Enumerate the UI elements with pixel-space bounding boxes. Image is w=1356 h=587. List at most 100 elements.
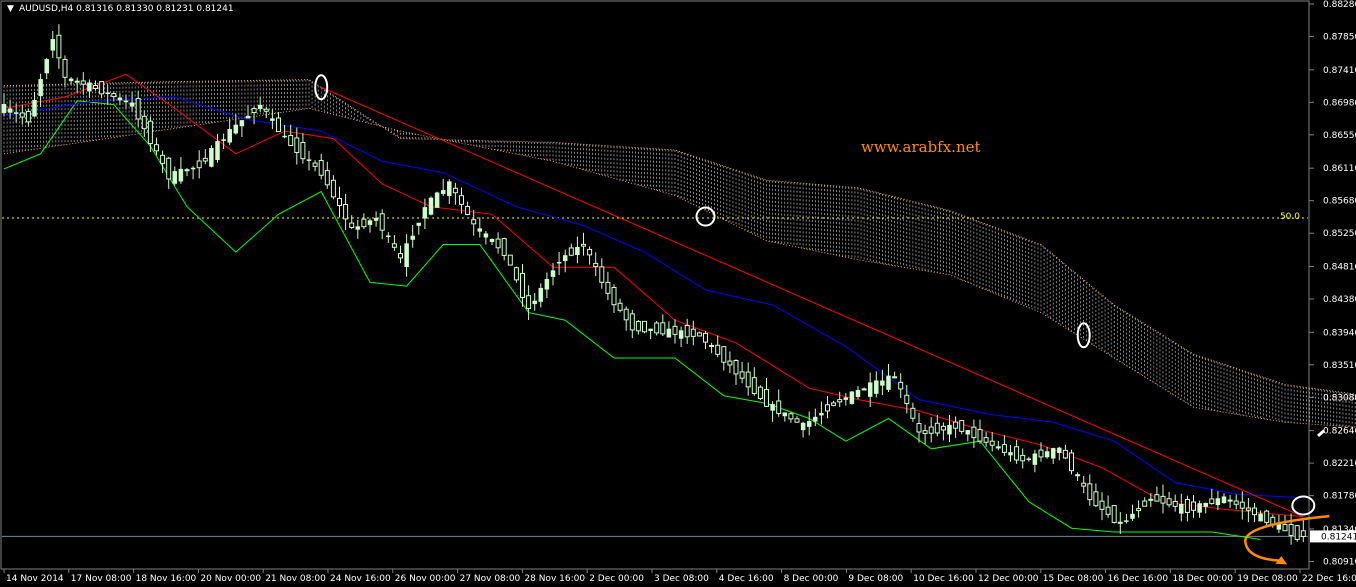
candle-body[interactable] (1160, 495, 1166, 504)
candle-body[interactable] (349, 222, 355, 228)
candle-body[interactable] (1179, 503, 1184, 514)
candle-body[interactable] (934, 422, 940, 434)
candle-body[interactable] (355, 226, 361, 230)
candle-body[interactable] (593, 262, 599, 267)
candle-body[interactable] (520, 272, 525, 298)
candle-body[interactable] (587, 248, 593, 256)
candle-body[interactable] (99, 81, 105, 95)
candle-body[interactable] (666, 328, 672, 338)
candle-body[interactable] (227, 129, 232, 143)
candle-body[interactable] (733, 359, 739, 375)
candle-body[interactable] (129, 102, 135, 107)
candle-body[interactable] (416, 222, 422, 226)
candle-body[interactable] (1057, 447, 1062, 453)
candle-body[interactable] (1300, 530, 1306, 537)
candle-body[interactable] (904, 394, 910, 405)
candle-body[interactable] (50, 39, 56, 51)
candle-body[interactable] (831, 402, 837, 406)
candle-body[interactable] (513, 267, 519, 281)
candle-body[interactable] (1197, 503, 1202, 513)
candle-body[interactable] (1203, 502, 1208, 507)
candle-body[interactable] (751, 377, 757, 394)
candle-body[interactable] (434, 192, 440, 208)
candle-body[interactable] (696, 332, 702, 337)
candle-body[interactable] (507, 254, 513, 266)
candle-body[interactable] (1233, 500, 1239, 505)
candle-body[interactable] (178, 168, 184, 182)
candle-body[interactable] (190, 167, 196, 170)
candle-body[interactable] (166, 157, 172, 180)
candle-body[interactable] (757, 386, 763, 400)
candle-body[interactable] (1008, 452, 1013, 456)
candle-body[interactable] (404, 243, 409, 267)
candle-body[interactable] (849, 391, 855, 404)
candle-body[interactable] (141, 115, 147, 130)
candle-body[interactable] (386, 235, 391, 237)
candle-body[interactable] (1184, 498, 1190, 513)
candle-body[interactable] (251, 108, 257, 114)
candle-body[interactable] (1026, 458, 1032, 460)
candle-body[interactable] (709, 344, 715, 347)
candle-body[interactable] (928, 426, 934, 434)
candle-body[interactable] (1258, 513, 1263, 522)
candle-body[interactable] (312, 162, 318, 167)
candle-body[interactable] (398, 253, 403, 259)
candle-body[interactable] (447, 181, 452, 197)
candle-body[interactable] (74, 80, 80, 83)
candle-body[interactable] (1252, 507, 1257, 516)
candle-body[interactable] (471, 219, 477, 225)
candle-body[interactable] (306, 159, 312, 161)
candle-body[interactable] (1032, 453, 1038, 465)
candle-body[interactable] (1038, 449, 1044, 458)
candle-body[interactable] (239, 120, 245, 127)
candle-body[interactable] (19, 112, 25, 118)
candle-body[interactable] (489, 239, 495, 242)
candle-body[interactable] (1001, 444, 1007, 453)
candle-body[interactable] (1111, 505, 1117, 523)
candle-body[interactable] (154, 144, 159, 152)
candle-body[interactable] (635, 320, 641, 332)
candle-body[interactable] (422, 207, 428, 219)
candle-body[interactable] (1227, 499, 1233, 502)
price-chart[interactable]: 0.88280 0.87850 0.87410 0.86980 0.86550 0.861… (0, 0, 1356, 587)
candle-body[interactable] (1093, 491, 1099, 507)
candle-body[interactable] (544, 279, 550, 290)
candle-body[interactable] (343, 204, 349, 220)
candle-body[interactable] (80, 80, 86, 85)
candle-body[interactable] (800, 422, 806, 431)
candle-body[interactable] (1142, 500, 1148, 507)
candle-body[interactable] (916, 423, 922, 433)
candle-body[interactable] (209, 147, 214, 167)
candle-body[interactable] (1130, 513, 1135, 519)
candle-body[interactable] (1014, 446, 1020, 461)
candle-body[interactable] (477, 228, 483, 232)
candle-body[interactable] (68, 78, 74, 82)
candle-body[interactable] (452, 187, 458, 194)
candle-body[interactable] (788, 413, 794, 420)
candle-body[interactable] (562, 255, 568, 261)
candle-body[interactable] (495, 238, 501, 249)
candle-body[interactable] (215, 141, 220, 161)
candle-body[interactable] (270, 118, 275, 121)
candle-body[interactable] (294, 137, 300, 154)
candle-body[interactable] (940, 425, 946, 431)
candle-body[interactable] (1136, 508, 1142, 512)
candle-body[interactable] (581, 243, 586, 247)
candle-body[interactable] (1020, 454, 1026, 462)
candle-body[interactable] (25, 110, 31, 123)
candle-body[interactable] (1148, 498, 1154, 501)
candle-body[interactable] (1105, 506, 1111, 515)
candle-body[interactable] (794, 418, 800, 423)
candle-body[interactable] (459, 195, 464, 205)
candle-body[interactable] (532, 300, 537, 305)
candle-body[interactable] (813, 416, 818, 422)
candle-body[interactable] (1154, 494, 1160, 502)
candle-body[interactable] (56, 34, 62, 59)
candle-body[interactable] (764, 389, 769, 407)
candle-body[interactable] (263, 108, 269, 112)
candle-body[interactable] (1069, 452, 1074, 472)
candle-body[interactable] (861, 388, 867, 391)
candle-body[interactable] (642, 320, 647, 333)
candle-body[interactable] (654, 322, 660, 334)
candle-body[interactable] (324, 170, 330, 186)
